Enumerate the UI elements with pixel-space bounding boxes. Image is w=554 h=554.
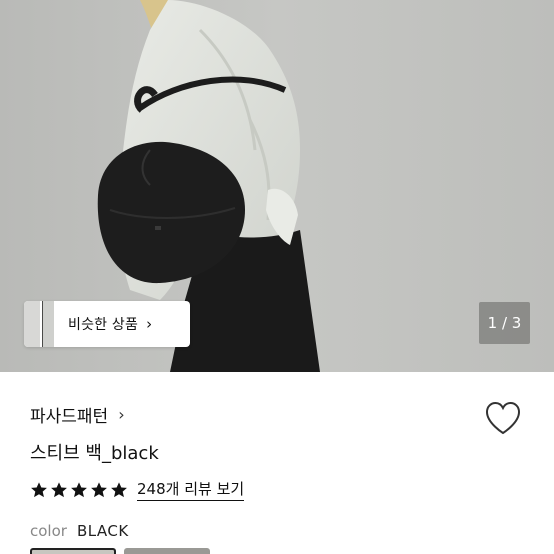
similar-products-button[interactable]: 비슷한 상품 › <box>24 301 190 347</box>
color-label: color <box>30 522 67 540</box>
color-swatch-selected[interactable] <box>30 548 116 554</box>
brand-name: 파사드패턴 <box>30 407 109 427</box>
similar-products-label: 비슷한 상품 <box>68 317 139 333</box>
image-page-counter: 1 / 3 <box>479 302 530 344</box>
similar-products-thumbnail <box>24 301 54 347</box>
rating-row: 248개 리뷰 보기 <box>30 478 245 501</box>
star-filled-icon <box>31 481 47 497</box>
brand-link[interactable]: 파사드패턴 › <box>30 402 125 427</box>
color-swatch[interactable] <box>124 548 210 554</box>
color-option-row: color BLACK <box>30 522 129 540</box>
heart-outline-icon[interactable] <box>484 400 522 436</box>
star-filled-icon <box>111 481 127 497</box>
product-info: 파사드패턴 › 스티브 백_black 248개 리뷰 보기 color BLA… <box>0 372 554 554</box>
color-value: BLACK <box>76 522 129 540</box>
star-filled-icon <box>51 481 67 497</box>
star-filled-icon <box>91 481 107 497</box>
chevron-right-icon: › <box>146 315 153 333</box>
rating-stars <box>30 481 128 499</box>
product-title: 스티브 백_black <box>30 443 159 464</box>
star-filled-icon <box>71 481 87 497</box>
chevron-right-icon: › <box>118 405 125 424</box>
product-image-gallery[interactable]: 비슷한 상품 › 1 / 3 <box>0 0 554 372</box>
review-link[interactable]: 248개 리뷰 보기 <box>137 478 245 501</box>
